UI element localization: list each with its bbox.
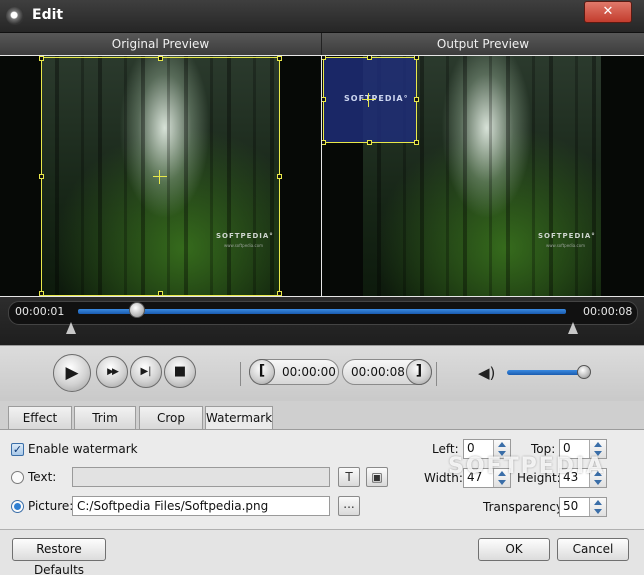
volume-slider[interactable] (507, 370, 585, 375)
app-logo-icon (6, 7, 24, 25)
picture-mode-radio[interactable] (11, 500, 24, 513)
original-preview-header: Original Preview (0, 33, 322, 55)
frame-brand-url: www.softpedia.com (546, 243, 586, 248)
restore-defaults-button[interactable]: Restore Defaults (12, 538, 106, 575)
crosshair-icon (362, 93, 376, 107)
next-frame-button[interactable]: ▶| (130, 356, 162, 388)
window-title: Edit (32, 7, 64, 23)
resize-handle[interactable] (39, 56, 44, 61)
resize-handle[interactable] (322, 56, 326, 60)
title-bar: Edit ✕ (0, 0, 644, 33)
separator (436, 362, 437, 386)
original-preview-pane[interactable]: SOFTPEDIA° www.softpedia.com (0, 56, 321, 296)
resize-handle[interactable] (414, 140, 419, 145)
left-value: 0 (467, 441, 475, 455)
resize-handle[interactable] (39, 174, 44, 179)
cancel-button[interactable]: Cancel (557, 538, 629, 561)
frame-brand-text: SOFTPEDIA° (538, 232, 596, 240)
timeline-bar: 00:00:01 00:00:08 (0, 297, 644, 345)
color-icon: ▣ (371, 470, 383, 484)
watermark-text-input[interactable] (72, 467, 330, 487)
trim-start-marker[interactable] (66, 322, 76, 334)
resize-handle[interactable] (158, 291, 163, 296)
resize-handle[interactable] (39, 291, 44, 296)
picture-label: Picture: (28, 499, 74, 513)
top-value: 0 (563, 441, 571, 455)
transparency-spinbox[interactable]: 50 (559, 497, 607, 517)
resize-handle[interactable] (367, 56, 372, 60)
resize-handle[interactable] (322, 97, 326, 102)
output-preview-header: Output Preview (322, 33, 644, 55)
play-icon: ▶ (65, 363, 79, 383)
set-end-time[interactable]: 00:00:08 ] (342, 359, 432, 385)
close-button[interactable]: ✕ (584, 1, 632, 23)
picture-path-input[interactable]: C:/Softpedia Files/Softpedia.png (72, 496, 330, 516)
volume-icon[interactable]: ◀) (478, 364, 498, 382)
set-start-time[interactable]: [ 00:00:00 (249, 359, 339, 385)
enable-watermark-checkbox[interactable]: ✓ (11, 443, 24, 456)
resize-handle[interactable] (277, 291, 282, 296)
trim-end-marker[interactable] (568, 322, 578, 334)
fast-forward-icon: ▶▶ (107, 367, 119, 377)
tab-trim[interactable]: Trim (74, 406, 136, 429)
resize-handle[interactable] (277, 174, 282, 179)
tab-effect[interactable]: Effect (8, 406, 72, 429)
resize-handle[interactable] (414, 56, 419, 60)
enable-watermark-label: Enable watermark (28, 442, 138, 456)
text-mode-radio[interactable] (11, 471, 24, 484)
resize-handle[interactable] (414, 97, 419, 102)
play-button[interactable]: ▶ (53, 354, 91, 392)
tab-crop[interactable]: Crop (139, 406, 203, 429)
crosshair-icon (153, 170, 167, 184)
end-time-display: 00:00:08 (351, 365, 405, 379)
set-start-bracket-button[interactable]: [ (249, 359, 275, 385)
volume-slider-knob[interactable] (577, 365, 591, 379)
set-end-bracket-button[interactable]: ] (406, 359, 432, 385)
playback-controls: ▶ ▶▶ ▶| ■ [ 00:00:00 00:00:08 ] ◀) (0, 345, 644, 402)
tab-watermark[interactable]: Watermark (205, 406, 273, 430)
timeline-scrubber[interactable] (128, 302, 145, 318)
start-time-display: 00:00:00 (282, 365, 336, 379)
resize-handle[interactable] (367, 140, 372, 145)
edit-window: Edit ✕ Original Preview Output Preview S… (0, 0, 644, 575)
resize-handle[interactable] (158, 56, 163, 61)
output-preview-pane[interactable]: SOFTPEDIA° www.softpedia.com SOFTPEDIA° (322, 56, 644, 296)
ok-button[interactable]: OK (478, 538, 550, 561)
transparency-label: Transparency: (483, 500, 567, 514)
softpedia-watermark: SOFTPEDIA (448, 454, 606, 479)
watermark-overlay-text: SOFTPEDIA° (344, 94, 409, 103)
total-time: 00:00:08 (583, 305, 633, 318)
stop-icon: ■ (173, 364, 187, 379)
dialog-footer: Restore Defaults OK Cancel (0, 529, 644, 575)
transparency-value: 50 (563, 499, 579, 513)
transparency-spinner-arrows[interactable] (589, 498, 606, 516)
edit-tabs: Effect Trim Crop Watermark (0, 401, 644, 430)
text-color-button[interactable]: ▣ (366, 467, 388, 487)
watermark-panel: ✓ Enable watermark Text: T ▣ Picture: C:… (0, 429, 644, 530)
next-frame-icon: ▶| (140, 366, 152, 377)
text-label: Text: (28, 470, 57, 484)
text-font-button[interactable]: T (338, 467, 360, 487)
current-time: 00:00:01 (15, 305, 65, 318)
separator (240, 362, 241, 386)
font-icon: T (345, 470, 353, 484)
timeline-progress[interactable] (78, 309, 566, 314)
browse-picture-button[interactable]: ... (338, 496, 360, 516)
stop-button[interactable]: ■ (164, 356, 196, 388)
resize-handle[interactable] (322, 140, 326, 145)
fast-forward-button[interactable]: ▶▶ (96, 356, 128, 388)
resize-handle[interactable] (277, 56, 282, 61)
